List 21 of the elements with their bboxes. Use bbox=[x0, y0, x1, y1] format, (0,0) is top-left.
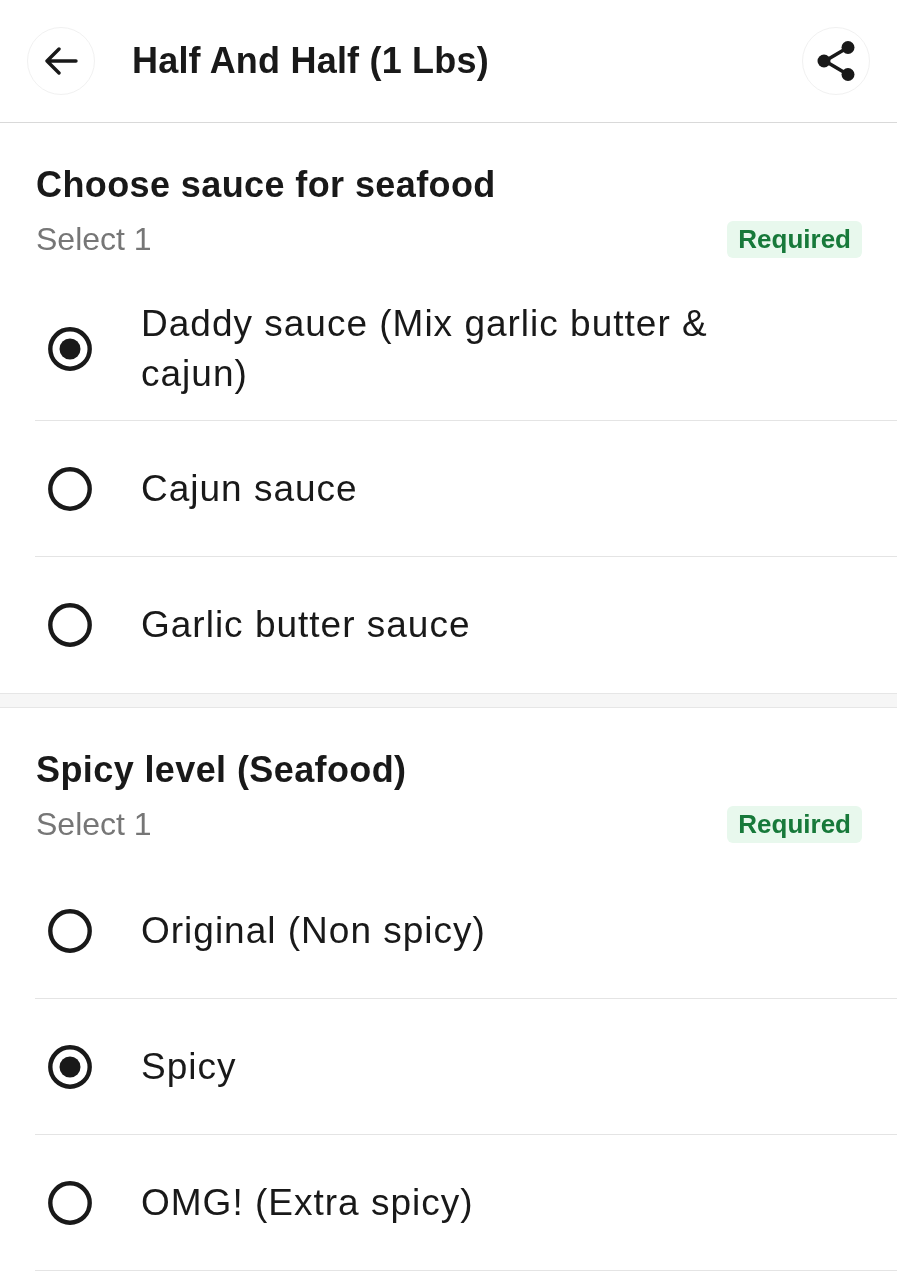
section-title: Choose sauce for seafood bbox=[36, 163, 496, 207]
radio-button[interactable] bbox=[48, 1044, 92, 1089]
option-label: Garlic butter sauce bbox=[141, 602, 471, 647]
share-icon bbox=[817, 41, 855, 81]
option-label: Spicy bbox=[141, 1044, 237, 1089]
select-count-text: Select 1 bbox=[36, 805, 152, 843]
option-label: OMG! (Extra spicy) bbox=[141, 1180, 474, 1225]
option-label: Daddy sauce (Mix garlic butter & cajun) bbox=[141, 302, 709, 396]
radio-button[interactable] bbox=[48, 908, 92, 953]
section-title: Spicy level (Seafood) bbox=[36, 748, 407, 792]
option-label: Cajun sauce bbox=[141, 466, 358, 511]
option-label: Original (Non spicy) bbox=[141, 908, 486, 953]
radio-button[interactable] bbox=[48, 602, 92, 647]
radio-button[interactable] bbox=[48, 1180, 92, 1225]
radio-button[interactable] bbox=[48, 327, 92, 371]
arrow-left-icon bbox=[44, 47, 78, 75]
page-title: Half And Half (1 Lbs) bbox=[132, 39, 489, 83]
required-badge: Required bbox=[727, 220, 862, 258]
required-badge: Required bbox=[727, 805, 862, 843]
radio-button[interactable] bbox=[48, 466, 92, 511]
select-count-text: Select 1 bbox=[36, 220, 152, 258]
